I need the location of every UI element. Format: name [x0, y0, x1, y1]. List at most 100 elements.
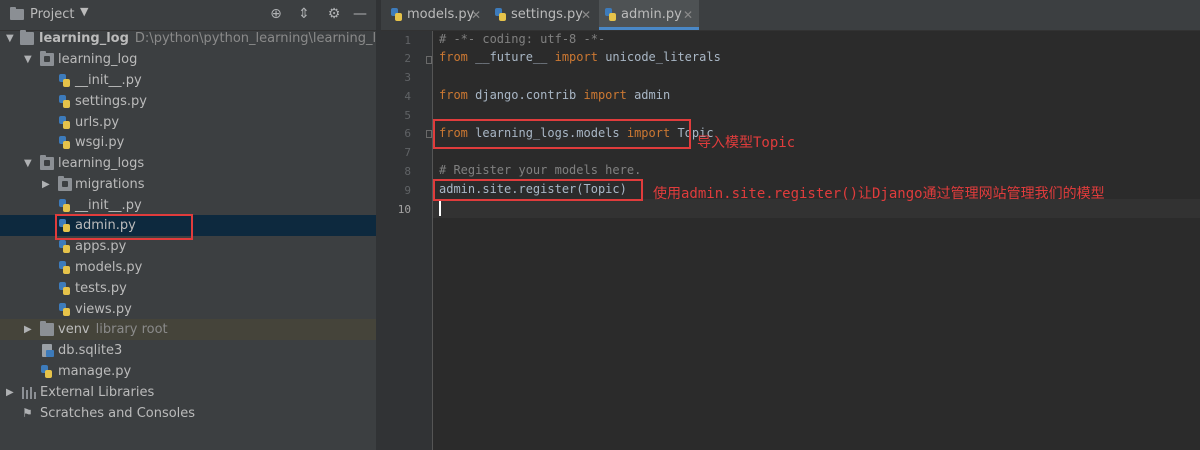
line-number: 3: [404, 71, 411, 84]
close-icon[interactable]: ✕: [683, 0, 693, 30]
gutter-separator: [432, 31, 433, 450]
python-file-icon: [58, 116, 72, 129]
project-icon: [10, 7, 24, 20]
import-name: admin: [626, 88, 671, 102]
line-number: 2: [404, 52, 411, 65]
tab-settings-py[interactable]: settings.py ✕: [489, 0, 597, 30]
tab-models-py[interactable]: models.py ✕: [385, 0, 487, 30]
line-number: 10: [397, 203, 411, 216]
fold-marker-icon[interactable]: [426, 56, 432, 64]
project-panel-header: Project ▼ ⊕ ⇕ ⚙ —: [0, 0, 376, 31]
hide-icon[interactable]: —: [352, 6, 368, 22]
tree-item-path: D:\python\python_learning\learning_log: [134, 31, 393, 46]
tree-item-file[interactable]: __init__.py: [0, 195, 376, 216]
keyword: import: [583, 88, 627, 102]
line-number: 8: [404, 165, 411, 178]
import-highlight-box: [433, 119, 691, 149]
tree-item-label: views.py: [75, 302, 132, 317]
tree-item-venv[interactable]: ▶ venv library root: [0, 319, 376, 340]
tree-item-label: learning_log: [39, 31, 129, 46]
gear-icon[interactable]: ⚙: [326, 6, 342, 22]
tree-item-label: manage.py: [58, 364, 132, 379]
code-line-1[interactable]: # -*- coding: utf-8 -*-: [439, 32, 605, 46]
tree-item-file[interactable]: views.py: [0, 299, 376, 320]
python-file-icon: [58, 261, 72, 274]
module-name: __future__: [467, 50, 555, 64]
import-name: unicode_literals: [597, 50, 721, 64]
python-file-icon: [58, 303, 72, 316]
tree-item-file[interactable]: __init__.py: [0, 70, 376, 91]
python-file-icon: [40, 365, 54, 378]
tree-item-label: Scratches and Consoles: [40, 406, 196, 421]
keyword: from: [439, 50, 468, 64]
line-number: 5: [404, 109, 411, 122]
tree-item-scratches[interactable]: ⚑ Scratches and Consoles: [0, 403, 376, 424]
tree-item-label: db.sqlite3: [58, 343, 123, 358]
python-file-icon: [604, 8, 618, 21]
register-annotation: 使用admin.site.register()让Django通过管理网站管理我们…: [653, 186, 1105, 202]
line-number: 9: [404, 184, 411, 197]
tree-item-manage-py[interactable]: manage.py: [0, 361, 376, 382]
tree-item-label: venv: [58, 322, 90, 337]
tree-item-learning-log[interactable]: ▼ learning_log: [0, 49, 376, 70]
library-root-note: library root: [95, 322, 168, 337]
tree-item-label: wsgi.py: [75, 135, 125, 150]
fold-marker-icon[interactable]: [426, 130, 432, 138]
package-folder-icon: [40, 155, 54, 170]
tree-item-label: urls.py: [75, 115, 120, 130]
tree-item-db-sqlite3[interactable]: db.sqlite3: [0, 340, 376, 361]
chevron-down-icon[interactable]: ▼: [6, 28, 16, 49]
tab-label: settings.py: [511, 7, 583, 22]
tree-item-file[interactable]: urls.py: [0, 112, 376, 133]
module-name: django.contrib: [467, 88, 584, 102]
chevron-right-icon[interactable]: ▶: [6, 382, 16, 403]
python-file-icon: [58, 282, 72, 295]
tree-item-file[interactable]: tests.py: [0, 278, 376, 299]
code-line-8[interactable]: # Register your models here.: [439, 163, 641, 177]
tree-item-migrations[interactable]: ▶ migrations: [0, 174, 376, 195]
chevron-down-icon[interactable]: ▼: [24, 49, 34, 70]
python-file-icon: [494, 8, 508, 21]
scratches-icon: ⚑: [22, 406, 33, 420]
tree-item-label: tests.py: [75, 281, 127, 296]
line-number: 7: [404, 146, 411, 159]
code-line-2[interactable]: from __future__ import unicode_literals: [439, 50, 721, 64]
tree-item-file[interactable]: wsgi.py: [0, 132, 376, 153]
chevron-right-icon[interactable]: ▶: [42, 174, 52, 195]
tree-item-file[interactable]: models.py: [0, 257, 376, 278]
database-file-icon: [40, 344, 54, 357]
chevron-right-icon[interactable]: ▶: [24, 319, 34, 340]
tab-admin-py[interactable]: admin.py ✕: [599, 0, 699, 30]
editor-tabs: models.py ✕ settings.py ✕ admin.py ✕: [381, 0, 1200, 31]
project-panel-title[interactable]: Project: [30, 7, 74, 22]
python-file-icon: [58, 136, 72, 149]
target-icon[interactable]: ⊕: [268, 6, 284, 22]
tree-item-label: migrations: [75, 177, 145, 192]
admin-py-highlight-box: [55, 214, 193, 240]
register-highlight-box: [433, 179, 643, 201]
tree-item-label: settings.py: [75, 94, 147, 109]
keyword: import: [554, 50, 598, 64]
keyword: from: [439, 88, 468, 102]
tab-label: admin.py: [621, 7, 682, 22]
tree-item-external-libraries[interactable]: ▶ External Libraries: [0, 382, 376, 403]
code-line-4[interactable]: from django.contrib import admin: [439, 88, 670, 102]
python-file-icon: [58, 240, 72, 253]
close-icon[interactable]: ✕: [581, 0, 591, 30]
tree-item-learning-log-root[interactable]: ▼ learning_log D:\python\python_learning\…: [0, 28, 392, 49]
text-caret: [439, 201, 441, 216]
python-file-icon: [390, 8, 404, 21]
project-panel: Project ▼ ⊕ ⇕ ⚙ — ▼ learning_log D:\pytho…: [0, 0, 392, 450]
tree-item-label: models.py: [75, 260, 143, 275]
folder-icon: [40, 321, 54, 336]
tree-item-label: learning_log: [58, 52, 138, 67]
close-icon[interactable]: ✕: [471, 0, 481, 30]
package-folder-icon: [40, 51, 54, 66]
python-file-icon: [58, 74, 72, 87]
tree-item-learning-logs[interactable]: ▼ learning_logs: [0, 153, 376, 174]
tree-item-file[interactable]: settings.py: [0, 91, 376, 112]
chevron-down-icon[interactable]: ▼: [80, 5, 88, 18]
chevron-down-icon[interactable]: ▼: [24, 153, 34, 174]
libraries-icon: [22, 386, 36, 399]
collapse-icon[interactable]: ⇕: [296, 6, 312, 22]
